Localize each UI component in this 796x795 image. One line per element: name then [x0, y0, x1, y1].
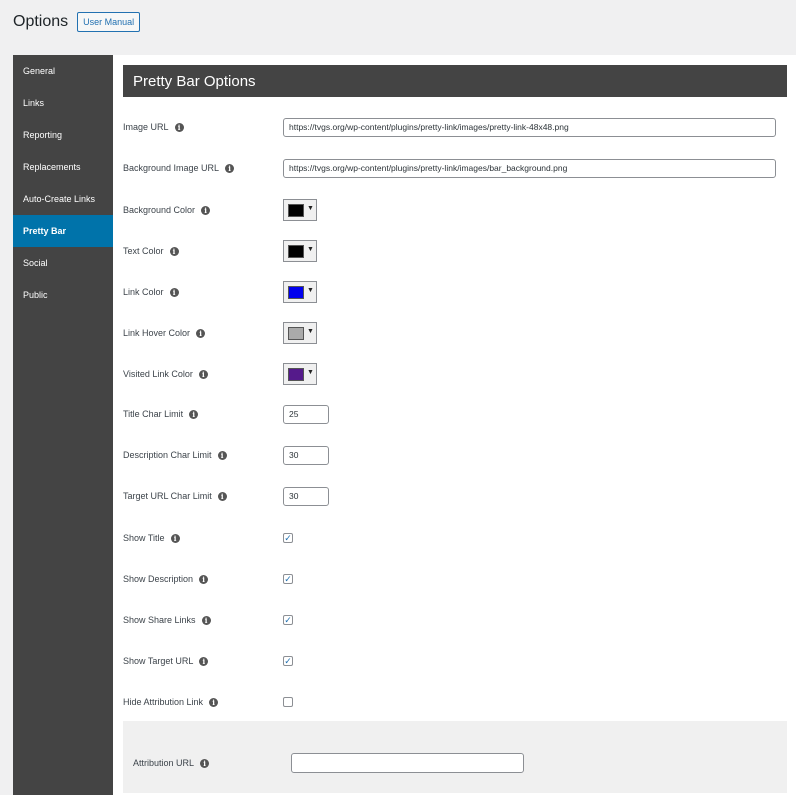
- target-url-char-limit-label: Target URL Char Limit: [123, 491, 212, 501]
- hide-attribution-link-checkbox[interactable]: [283, 697, 293, 707]
- description-char-limit-input[interactable]: [283, 445, 329, 465]
- attribution-url-row: Attribution URL i: [133, 753, 524, 773]
- text-color-picker[interactable]: ▼: [283, 240, 317, 262]
- description-char-limit-row: Description Char Limit i: [123, 445, 329, 465]
- page-title: Options: [13, 13, 69, 30]
- sidebar-item-public[interactable]: Public: [13, 279, 113, 311]
- show-share-links-row: Show Share Links i ✓: [123, 610, 293, 630]
- sidebar-item-pretty-bar[interactable]: Pretty Bar: [13, 215, 113, 247]
- show-description-label: Show Description: [123, 574, 194, 584]
- show-target-url-checkbox[interactable]: ✓: [283, 656, 293, 666]
- image-url-label: Image URL: [123, 122, 169, 132]
- options-sidebar: General Links Reporting Replacements Aut…: [13, 55, 113, 795]
- image-url-row: Image URL i: [123, 117, 776, 137]
- info-icon[interactable]: i: [209, 697, 219, 707]
- color-swatch: [288, 367, 304, 381]
- visited-link-color-picker[interactable]: ▼: [283, 363, 317, 385]
- color-swatch: [288, 203, 304, 217]
- background-color-row: Background Color i ▼: [123, 199, 317, 221]
- show-title-checkbox[interactable]: ✓: [283, 533, 293, 543]
- link-color-row: Link Color i ▼: [123, 281, 317, 303]
- sidebar-item-reporting[interactable]: Reporting: [13, 119, 113, 151]
- background-image-url-row: Background Image URL i: [123, 158, 776, 178]
- color-swatch: [288, 326, 304, 340]
- link-color-picker[interactable]: ▼: [283, 281, 317, 303]
- user-manual-button[interactable]: User Manual: [77, 12, 141, 32]
- info-icon[interactable]: i: [189, 409, 199, 419]
- show-target-url-label: Show Target URL: [123, 656, 194, 666]
- info-icon[interactable]: i: [199, 656, 209, 666]
- image-url-input[interactable]: [283, 117, 776, 137]
- show-title-row: Show Title i ✓: [123, 528, 293, 548]
- section-title: Pretty Bar Options: [123, 65, 787, 97]
- show-title-label: Show Title: [123, 533, 165, 543]
- sidebar-item-auto-create-links[interactable]: Auto-Create Links: [13, 183, 113, 215]
- color-swatch: [288, 285, 304, 299]
- link-hover-color-picker[interactable]: ▼: [283, 322, 317, 344]
- link-hover-color-label: Link Hover Color: [123, 328, 191, 338]
- options-content: Pretty Bar Options Image URL i Background…: [113, 55, 796, 795]
- page-header: Options User Manual: [13, 12, 141, 32]
- text-color-row: Text Color i ▼: [123, 240, 317, 262]
- show-share-links-checkbox[interactable]: ✓: [283, 615, 293, 625]
- title-char-limit-label: Title Char Limit: [123, 409, 184, 419]
- info-icon[interactable]: i: [201, 205, 211, 215]
- show-description-row: Show Description i ✓: [123, 569, 293, 589]
- attribution-url-input[interactable]: [291, 753, 524, 773]
- caret-down-icon: ▼: [307, 286, 314, 294]
- title-char-limit-input[interactable]: [283, 404, 329, 424]
- sidebar-item-social[interactable]: Social: [13, 247, 113, 279]
- info-icon[interactable]: i: [170, 533, 180, 543]
- target-url-char-limit-input[interactable]: [283, 486, 329, 506]
- background-color-picker[interactable]: ▼: [283, 199, 317, 221]
- description-char-limit-label: Description Char Limit: [123, 450, 212, 460]
- caret-down-icon: ▼: [307, 204, 314, 212]
- background-color-label: Background Color: [123, 205, 196, 215]
- attribution-settings-box: Attribution URL i: [123, 721, 787, 793]
- info-icon[interactable]: i: [200, 758, 210, 768]
- info-icon[interactable]: i: [169, 246, 179, 256]
- background-image-url-input[interactable]: [283, 158, 776, 178]
- caret-down-icon: ▼: [307, 368, 314, 376]
- show-share-links-label: Show Share Links: [123, 615, 196, 625]
- hide-attribution-link-label: Hide Attribution Link: [123, 697, 204, 707]
- link-color-label: Link Color: [123, 287, 164, 297]
- caret-down-icon: ▼: [307, 245, 314, 253]
- background-image-url-label: Background Image URL: [123, 163, 220, 173]
- info-icon[interactable]: i: [217, 450, 227, 460]
- info-icon[interactable]: i: [199, 574, 209, 584]
- hide-attribution-link-row: Hide Attribution Link i: [123, 692, 293, 712]
- info-icon[interactable]: i: [225, 163, 235, 173]
- show-description-checkbox[interactable]: ✓: [283, 574, 293, 584]
- target-url-char-limit-row: Target URL Char Limit i: [123, 486, 329, 506]
- attribution-url-label: Attribution URL: [133, 758, 195, 768]
- info-icon[interactable]: i: [201, 615, 211, 625]
- info-icon[interactable]: i: [169, 287, 179, 297]
- title-char-limit-row: Title Char Limit i: [123, 404, 329, 424]
- color-swatch: [288, 244, 304, 258]
- info-icon[interactable]: i: [217, 491, 227, 501]
- sidebar-item-replacements[interactable]: Replacements: [13, 151, 113, 183]
- info-icon[interactable]: i: [198, 369, 208, 379]
- sidebar-item-links[interactable]: Links: [13, 87, 113, 119]
- show-target-url-row: Show Target URL i ✓: [123, 651, 293, 671]
- visited-link-color-row: Visited Link Color i ▼: [123, 363, 317, 385]
- link-hover-color-row: Link Hover Color i ▼: [123, 322, 317, 344]
- sidebar-item-general[interactable]: General: [13, 55, 113, 87]
- info-icon[interactable]: i: [196, 328, 206, 338]
- caret-down-icon: ▼: [307, 327, 314, 335]
- text-color-label: Text Color: [123, 246, 164, 256]
- info-icon[interactable]: i: [174, 122, 184, 132]
- visited-link-color-label: Visited Link Color: [123, 369, 193, 379]
